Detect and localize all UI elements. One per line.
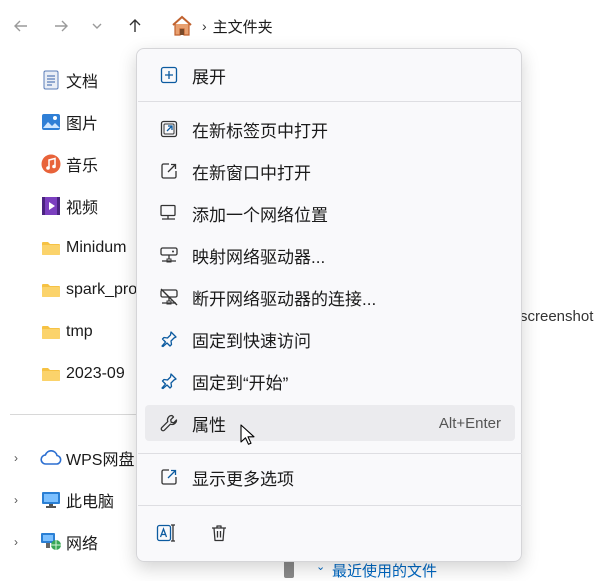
folder-icon — [40, 237, 62, 259]
rename-button[interactable] — [149, 517, 185, 549]
sidebar-scrollbar-thumb[interactable] — [284, 560, 294, 578]
context-menu: 展开 在新标签页中打开 在新窗口中打开 添加一个网络位置 映射网络驱动器... … — [136, 48, 522, 562]
menu-item-label: 显示更多选项 — [192, 469, 294, 489]
menu-item-add-network-location[interactable]: 添加一个网络位置 — [145, 195, 515, 231]
menu-item-label: 添加一个网络位置 — [192, 205, 328, 225]
back-button[interactable] — [8, 12, 34, 40]
menu-item-properties[interactable]: 属性 Alt+Enter — [145, 405, 515, 441]
sidebar-item-label: 文档 — [66, 74, 99, 91]
menu-item-label: 在新窗口中打开 — [192, 163, 311, 183]
document-icon — [40, 69, 62, 91]
sidebar-item-label: Minidum — [66, 239, 127, 256]
keyboard-shortcut: Alt+Enter — [438, 414, 501, 432]
network-drive-icon — [157, 243, 181, 267]
menu-separator — [138, 453, 522, 454]
arrow-up-icon — [129, 19, 141, 32]
arrow-left-icon — [14, 20, 27, 32]
folder-icon — [40, 321, 62, 343]
chevron-right-icon[interactable]: › — [14, 451, 18, 465]
plus-square-icon — [157, 63, 181, 87]
computer-icon — [40, 489, 62, 511]
menu-separator — [138, 101, 522, 102]
menu-item-label: 属性 — [192, 415, 226, 435]
delete-button[interactable] — [201, 517, 237, 549]
folder-icon — [40, 279, 62, 301]
open-in-new-window-icon — [157, 159, 181, 183]
menu-item-open-new-window[interactable]: 在新窗口中打开 — [145, 153, 515, 189]
folder-icon — [40, 363, 62, 385]
pin-icon — [157, 327, 181, 351]
network-icon — [40, 531, 62, 553]
sidebar-item-label: 图片 — [66, 116, 99, 133]
sidebar-item-label: 视频 — [66, 200, 99, 217]
sidebar-item-label: 音乐 — [66, 158, 99, 175]
sidebar-item-label: 网络 — [66, 536, 99, 553]
chevron-right-icon[interactable]: › — [14, 493, 18, 507]
pin-icon — [157, 369, 181, 393]
forward-button[interactable] — [48, 12, 74, 40]
menu-item-map-network-drive[interactable]: 映射网络驱动器... — [145, 237, 515, 273]
mouse-cursor-icon — [240, 424, 255, 445]
breadcrumb-separator: › — [202, 18, 207, 34]
up-button[interactable] — [122, 12, 148, 40]
menu-item-label: 固定到“开始” — [192, 373, 289, 393]
cloud-icon — [40, 447, 62, 469]
menu-item-label: 断开网络驱动器的连接... — [192, 289, 377, 309]
menu-item-label: 在新标签页中打开 — [192, 121, 328, 141]
video-icon — [40, 195, 62, 217]
menu-separator — [138, 505, 522, 506]
menu-item-pin-start[interactable]: 固定到“开始” — [145, 363, 515, 399]
menu-item-disconnect-network-drive[interactable]: 断开网络驱动器的连接... — [145, 279, 515, 315]
wrench-icon — [157, 411, 181, 435]
sidebar-item-label: 此电脑 — [66, 494, 115, 511]
rename-icon — [156, 524, 175, 542]
sidebar-item-label: 2023-09 — [66, 365, 125, 382]
trash-icon — [212, 525, 226, 542]
menu-item-label: 映射网络驱动器... — [192, 247, 326, 267]
menu-item-show-more-options[interactable]: 显示更多选项 — [145, 459, 515, 495]
menu-item-open-new-tab[interactable]: 在新标签页中打开 — [145, 111, 515, 147]
breadcrumb-home[interactable]: 主文件夹 — [213, 16, 273, 37]
home-icon — [172, 15, 192, 36]
sidebar-item-label: WPS网盘 — [66, 452, 135, 469]
menu-item-expand[interactable]: 展开 — [145, 57, 515, 93]
menu-item-label: 固定到快速访问 — [192, 331, 311, 351]
recent-locations-button[interactable] — [84, 12, 110, 40]
picture-icon — [40, 111, 62, 133]
monitor-network-icon — [157, 201, 181, 225]
more-options-icon — [157, 465, 181, 489]
sidebar-item-label: spark_pro — [66, 281, 138, 298]
sidebar-item-label: tmp — [66, 323, 93, 340]
chevron-right-icon[interactable]: › — [14, 535, 18, 549]
music-icon — [40, 153, 62, 175]
menu-item-pin-quick-access[interactable]: 固定到快速访问 — [145, 321, 515, 357]
open-in-new-tab-icon — [157, 117, 181, 141]
file-name-partial[interactable]: screenshot — [520, 308, 593, 325]
menu-item-label: 展开 — [192, 67, 226, 87]
chevron-down-icon — [92, 23, 102, 29]
address-bar[interactable]: › 主文件夹 — [162, 8, 600, 44]
arrow-right-icon — [55, 20, 68, 32]
navigation-bar: › 主文件夹 — [0, 0, 600, 52]
network-drive-disconnect-icon — [157, 285, 181, 309]
